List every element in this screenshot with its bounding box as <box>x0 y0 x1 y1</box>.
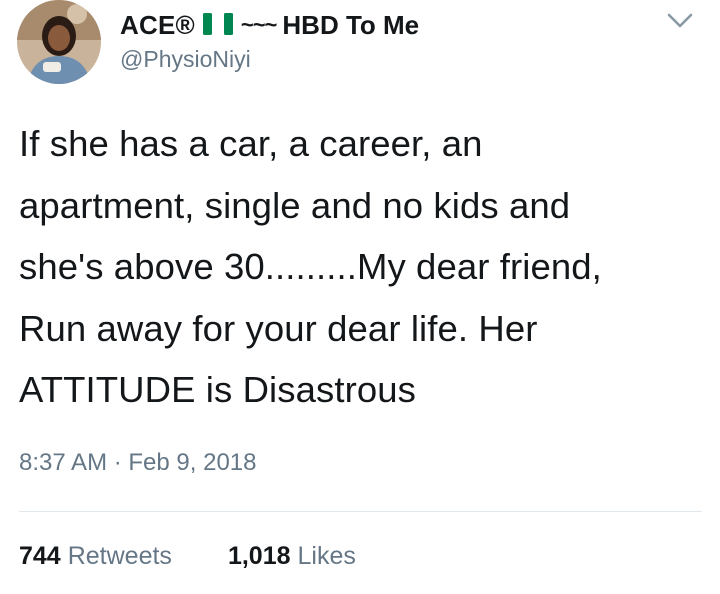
nigeria-flag-icon <box>202 12 233 36</box>
display-name[interactable]: ACE® ~~~ HBD To Me <box>120 8 419 42</box>
retweets-count: 744 <box>19 542 61 570</box>
chevron-down-icon[interactable] <box>666 12 694 30</box>
user-info: ACE® ~~~ HBD To Me @PhysioNiyi <box>120 8 419 73</box>
tweet-text: If she has a car, a career, an apartment… <box>19 113 699 421</box>
tweet-text-line: apartment, single and no kids and <box>19 184 571 226</box>
tweet-timestamp[interactable]: 8:37 AM · Feb 9, 2018 <box>19 449 256 477</box>
tweet: ACE® ~~~ HBD To Me @PhysioNiyi If she ha… <box>0 0 720 594</box>
divider <box>19 511 702 512</box>
tweet-text-line: If she has a car, a career, an <box>19 123 483 164</box>
retweets-stat[interactable]: 744 Retweets <box>19 542 172 571</box>
display-name-tilde: ~~~ <box>240 12 278 37</box>
display-name-text: ACE® <box>120 9 195 40</box>
likes-stat[interactable]: 1,018 Likes <box>228 542 356 571</box>
tweet-text-line: she's above 30.........My dear friend, <box>19 246 602 287</box>
display-name-suffix: HBD To Me <box>282 9 420 40</box>
retweets-label: Retweets <box>67 542 172 570</box>
tweet-text-line: ATTITUDE is Disastrous <box>19 369 416 410</box>
likes-count: 1,018 <box>227 542 291 570</box>
avatar[interactable] <box>17 0 101 84</box>
tweet-stats: 744 Retweets 1,018 Likes <box>19 542 412 571</box>
tweet-text-line: Run away for your dear life. Her <box>19 307 538 349</box>
user-handle[interactable]: @PhysioNiyi <box>120 46 419 73</box>
likes-label: Likes <box>297 542 356 570</box>
